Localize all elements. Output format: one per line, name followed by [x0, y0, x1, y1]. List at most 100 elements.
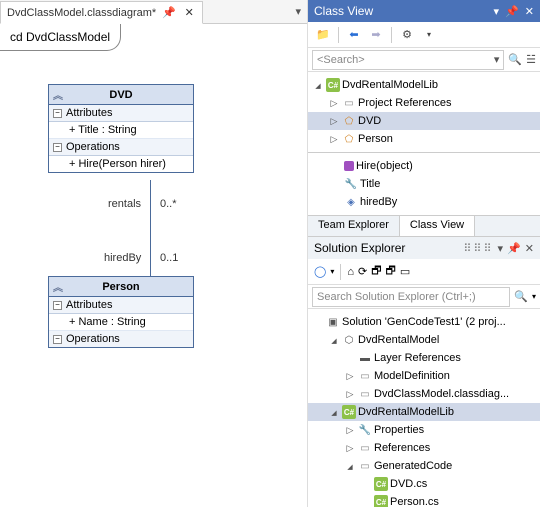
close-icon[interactable]: ✕ [525, 242, 534, 255]
assoc-mult-top: 0..* [160, 198, 177, 210]
expand-icon[interactable] [344, 389, 356, 400]
close-icon[interactable]: ✕ [182, 6, 196, 20]
chevron-down-icon[interactable]: ▾ [494, 53, 500, 66]
home-icon[interactable]: ⌂ [347, 266, 354, 278]
diagram-pane: DvdClassModel.classdiagram* 📌 ✕ ▾ cd Dvd… [0, 0, 308, 507]
operations-header[interactable]: − Operations [49, 331, 193, 347]
pin-icon[interactable]: 📌 [505, 5, 519, 18]
drag-handle[interactable]: ⠿⠿⠿ [463, 242, 493, 255]
expand-icon[interactable] [344, 443, 356, 454]
pin-icon[interactable]: 📌 [507, 242, 521, 255]
tree-node-references[interactable]: ▭ References [308, 439, 540, 457]
gear-icon[interactable]: ⚙ [398, 28, 416, 41]
chevron-down-icon[interactable]: ▾ [295, 5, 301, 18]
document-tab[interactable]: DvdClassModel.classdiagram* 📌 ✕ [0, 1, 203, 24]
tree-node-projrefs[interactable]: ▭ Project References [308, 94, 540, 112]
back-icon[interactable]: ◯ [314, 265, 326, 278]
member-label: hiredBy [360, 196, 397, 208]
expand-icon[interactable] [328, 116, 340, 127]
separator [391, 27, 392, 43]
tree-node-project[interactable]: C# DvdRentalModelLib [308, 76, 540, 94]
tree-node-person[interactable]: ⬠ Person [308, 130, 540, 148]
tree-label: DVD.cs [390, 478, 427, 490]
tab-class-view[interactable]: Class View [399, 216, 475, 236]
show-all-icon[interactable]: 🗗 [371, 262, 381, 281]
expand-icon[interactable] [344, 461, 356, 471]
classview-search-row: <Search> ▾ 🔍 ☱ [308, 48, 540, 72]
tree-label: DvdRentalModelLib [358, 406, 454, 418]
tree-node-solution[interactable]: ▣ Solution 'GenCodeTest1' (2 proj... [308, 313, 540, 331]
tree-node-properties[interactable]: 🔧 Properties [308, 421, 540, 439]
collapse-icon[interactable]: − [53, 335, 62, 344]
chevron-down-icon[interactable]: ▾ [532, 292, 536, 301]
new-folder-icon[interactable]: 📁 [314, 28, 332, 41]
member-label: Title [360, 178, 380, 190]
chevron-down-icon[interactable]: ▾ [494, 5, 500, 18]
classview-tree[interactable]: C# DvdRentalModelLib ▭ Project Reference… [308, 72, 540, 152]
collapse-icon[interactable]: − [53, 143, 62, 152]
chevron-down-icon[interactable]: ▾ [498, 242, 504, 255]
solution-tree[interactable]: ▣ Solution 'GenCodeTest1' (2 proj... ⬡ D… [308, 309, 540, 507]
properties-icon[interactable]: ▭ [400, 265, 410, 278]
tree-node-layerref[interactable]: ▬ Layer References [308, 349, 540, 367]
tree-node-generated[interactable]: ▭ GeneratedCode [308, 457, 540, 475]
attribute[interactable]: + Name : String [49, 314, 193, 331]
attribute[interactable]: + Title : String [49, 122, 193, 139]
attributes-header[interactable]: − Attributes [49, 297, 193, 314]
class-box-person[interactable]: ︽ Person − Attributes + Name : String − … [48, 276, 194, 348]
collapse-icon[interactable]: − [53, 301, 62, 310]
search-input[interactable]: <Search> ▾ [312, 50, 504, 70]
class-box-dvd[interactable]: ︽ DVD − Attributes + Title : String − Op… [48, 84, 194, 173]
tree-label: DVD [358, 115, 381, 127]
expand-icon[interactable] [328, 98, 340, 109]
class-icon: ⬠ [342, 132, 356, 146]
search-icon[interactable]: 🔍 [514, 290, 528, 303]
tree-label: ModelDefinition [374, 370, 450, 382]
diagram-canvas[interactable]: cd DvdClassModel ︽ DVD − Attributes + Ti… [0, 24, 307, 507]
operations-header[interactable]: − Operations [49, 139, 193, 156]
layer-icon: ▬ [358, 351, 372, 365]
chevron-down-icon[interactable]: ▾ [330, 267, 334, 276]
tab-team-explorer[interactable]: Team Explorer [308, 216, 399, 236]
tree-node-dvdcs[interactable]: C# DVD.cs [308, 475, 540, 493]
refresh-icon[interactable]: ⟳ [358, 265, 367, 278]
collapse-all-icon[interactable]: 🗗 [386, 262, 396, 281]
chevron-down-icon[interactable]: ▾ [420, 30, 438, 39]
expand-icon[interactable] [328, 134, 340, 145]
expand-icon[interactable] [328, 407, 340, 417]
csharp-project-icon: C# [326, 78, 340, 92]
search-icon[interactable]: 🔍 [508, 53, 522, 66]
member-title[interactable]: 🔧 Title [308, 175, 540, 193]
association-line[interactable] [150, 180, 151, 276]
attributes-header[interactable]: − Attributes [49, 105, 193, 122]
tree-node-modeldef[interactable]: ▭ ModelDefinition [308, 367, 540, 385]
back-icon[interactable]: ⬅ [345, 28, 363, 41]
pin-icon[interactable]: 📌 [162, 6, 176, 20]
member-hire[interactable]: Hire(object) [308, 157, 540, 175]
operation[interactable]: + Hire(Person hirer) [49, 156, 193, 172]
class-header[interactable]: ︽ Person [49, 277, 193, 297]
classview-header[interactable]: Class View ▾ 📌 ✕ [308, 0, 540, 22]
diagram-file-icon: ▭ [358, 387, 372, 401]
class-header[interactable]: ︽ DVD [49, 85, 193, 105]
classview-members[interactable]: Hire(object) 🔧 Title ◈ hiredBy [308, 152, 540, 215]
section-label: Operations [66, 333, 120, 345]
search-input[interactable]: Search Solution Explorer (Ctrl+;) [312, 287, 510, 307]
expand-icon[interactable] [312, 80, 324, 90]
tree-node-lib[interactable]: C# DvdRentalModelLib [308, 403, 540, 421]
tree-node-model[interactable]: ⬡ DvdRentalModel [308, 331, 540, 349]
expand-icon[interactable] [344, 425, 356, 436]
close-icon[interactable]: ✕ [525, 5, 534, 18]
member-hiredby[interactable]: ◈ hiredBy [308, 193, 540, 211]
settings-icon[interactable]: ☱ [526, 53, 536, 66]
expand-icon[interactable] [328, 335, 340, 345]
tree-node-personcs[interactable]: C# Person.cs [308, 493, 540, 507]
expand-icon[interactable] [344, 371, 356, 382]
solution-explorer-panel: ◯ ▾ ⌂ ⟳ 🗗 🗗 ▭ Search Solution Explorer (… [308, 259, 540, 507]
section-label: Attributes [66, 299, 112, 311]
forward-icon[interactable]: ➡ [367, 28, 385, 41]
solution-explorer-header[interactable]: Solution Explorer ⠿⠿⠿ ▾ 📌 ✕ [308, 237, 540, 259]
tree-node-classdiagram[interactable]: ▭ DvdClassModel.classdiag... [308, 385, 540, 403]
collapse-icon[interactable]: − [53, 109, 62, 118]
tree-node-dvd[interactable]: ⬠ DVD [308, 112, 540, 130]
